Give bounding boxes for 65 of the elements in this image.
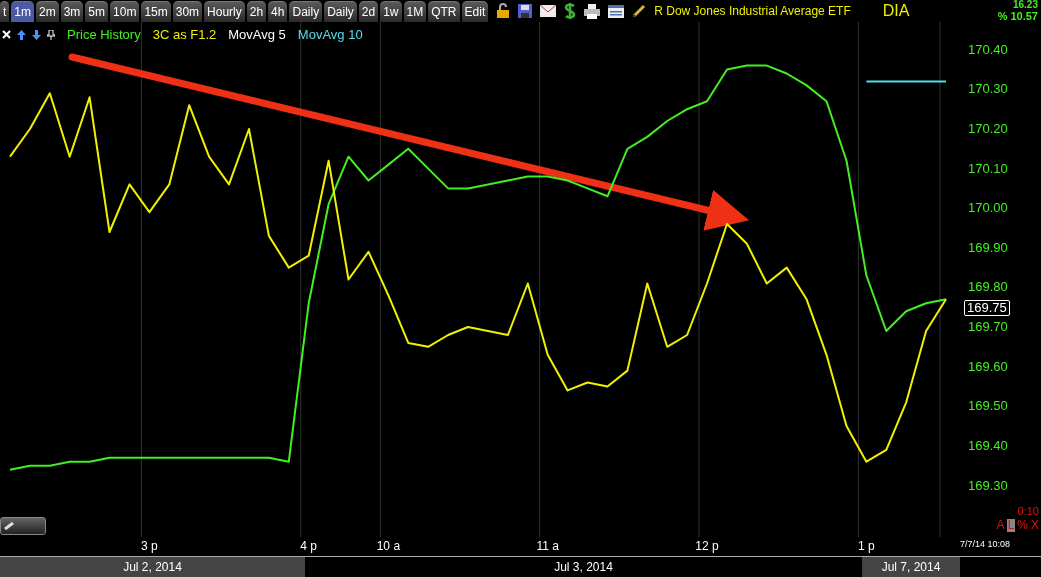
instrument-title: R Dow Jones Industrial Average ETF — [654, 3, 851, 20]
timeframe-tab[interactable]: 30m — [172, 1, 203, 22]
timeframe-tab[interactable]: Edit — [461, 1, 489, 22]
scale-button[interactable]: % — [1016, 519, 1029, 532]
date-band: Jul 7, 2014 — [862, 557, 960, 577]
price-axis-label: 170.40 — [968, 42, 1008, 57]
mail-icon[interactable] — [540, 5, 557, 17]
timeframe-tab[interactable]: 3m — [60, 1, 84, 22]
price-axis-label: 170.00 — [968, 201, 1008, 216]
timestamp: 7/7/14 10:08 — [960, 538, 1011, 550]
timeframe-tab[interactable]: 1m — [11, 1, 34, 22]
printer-icon[interactable] — [584, 3, 601, 19]
pencil-icon[interactable] — [632, 4, 647, 18]
window-icon[interactable] — [608, 4, 625, 18]
time-axis-label: 12 p — [695, 539, 719, 553]
timeframe-tab[interactable]: Daily — [289, 1, 323, 22]
legend-label: MovAvg 5 — [228, 26, 286, 44]
legend-label: Price History — [67, 26, 141, 44]
timeframe-tab[interactable]: 5m — [85, 1, 109, 22]
time-axis-label: 11 a — [536, 539, 559, 553]
scale-value: 0:10 — [1017, 505, 1039, 517]
save-icon[interactable] — [518, 4, 533, 18]
time-axis-label: 3 p — [141, 539, 158, 553]
price-axis-label: 169.40 — [968, 438, 1008, 453]
pin-icon[interactable] — [47, 29, 55, 40]
tool-button[interactable] — [0, 517, 46, 535]
timeframe-tab[interactable]: 10m — [110, 1, 140, 22]
date-band: Jul 2, 2014 — [0, 557, 305, 577]
time-axis-label: 4 p — [300, 539, 318, 553]
timeframe-tab[interactable]: 2d — [358, 1, 379, 22]
price-axis-label: 169.70 — [968, 320, 1008, 335]
change-value: 16.23 — [1012, 0, 1038, 10]
timeframe-tab[interactable]: 4h — [268, 1, 288, 22]
timeframe-tab[interactable]: Hourly — [204, 1, 245, 22]
price-axis-label: 169.60 — [968, 359, 1008, 374]
symbol-label: DIA — [882, 1, 910, 21]
close-icon[interactable] — [2, 30, 11, 40]
price-axis-label: 169.50 — [968, 399, 1008, 414]
scale-button[interactable]: X — [1030, 519, 1040, 532]
price-axis-label: 169.80 — [968, 280, 1008, 295]
price-axis-label: 170.10 — [968, 161, 1008, 176]
price-axis-label: 170.30 — [968, 82, 1008, 97]
change-percent: % 10.57 — [997, 10, 1038, 22]
price-axis-label: 170.20 — [968, 121, 1008, 136]
brush-icon — [4, 522, 14, 530]
price-axis-label: 169.30 — [968, 478, 1008, 493]
timeframe-tab[interactable]: 1M — [403, 1, 427, 22]
last-price-label: 169.75 — [964, 300, 1010, 316]
timeframe-tab[interactable]: 2h — [246, 1, 267, 22]
time-axis-label: 1 p — [858, 539, 875, 553]
time-axis-label: 10 a — [376, 539, 401, 553]
timeframe-tab[interactable]: 1w — [380, 1, 402, 22]
timeframe-tab[interactable]: 15m — [141, 1, 171, 22]
timeframe-tab[interactable]: QTR — [428, 1, 460, 22]
timeframe-tab[interactable]: Daily — [324, 1, 357, 22]
scale-button[interactable]: A — [995, 519, 1006, 532]
legend-label: MovAvg 10 — [297, 26, 363, 44]
price-axis-label: 169.90 — [968, 240, 1008, 255]
arrow-down-icon[interactable] — [32, 29, 41, 40]
legend-label: 3C as F1.2 — [152, 26, 217, 44]
timeframe-tab[interactable]: t — [0, 1, 10, 22]
arrow-up-icon[interactable] — [17, 29, 26, 40]
lock-icon[interactable] — [496, 3, 511, 19]
dollar-icon[interactable] — [564, 2, 577, 20]
timeframe-tab[interactable]: 2m — [36, 1, 59, 22]
